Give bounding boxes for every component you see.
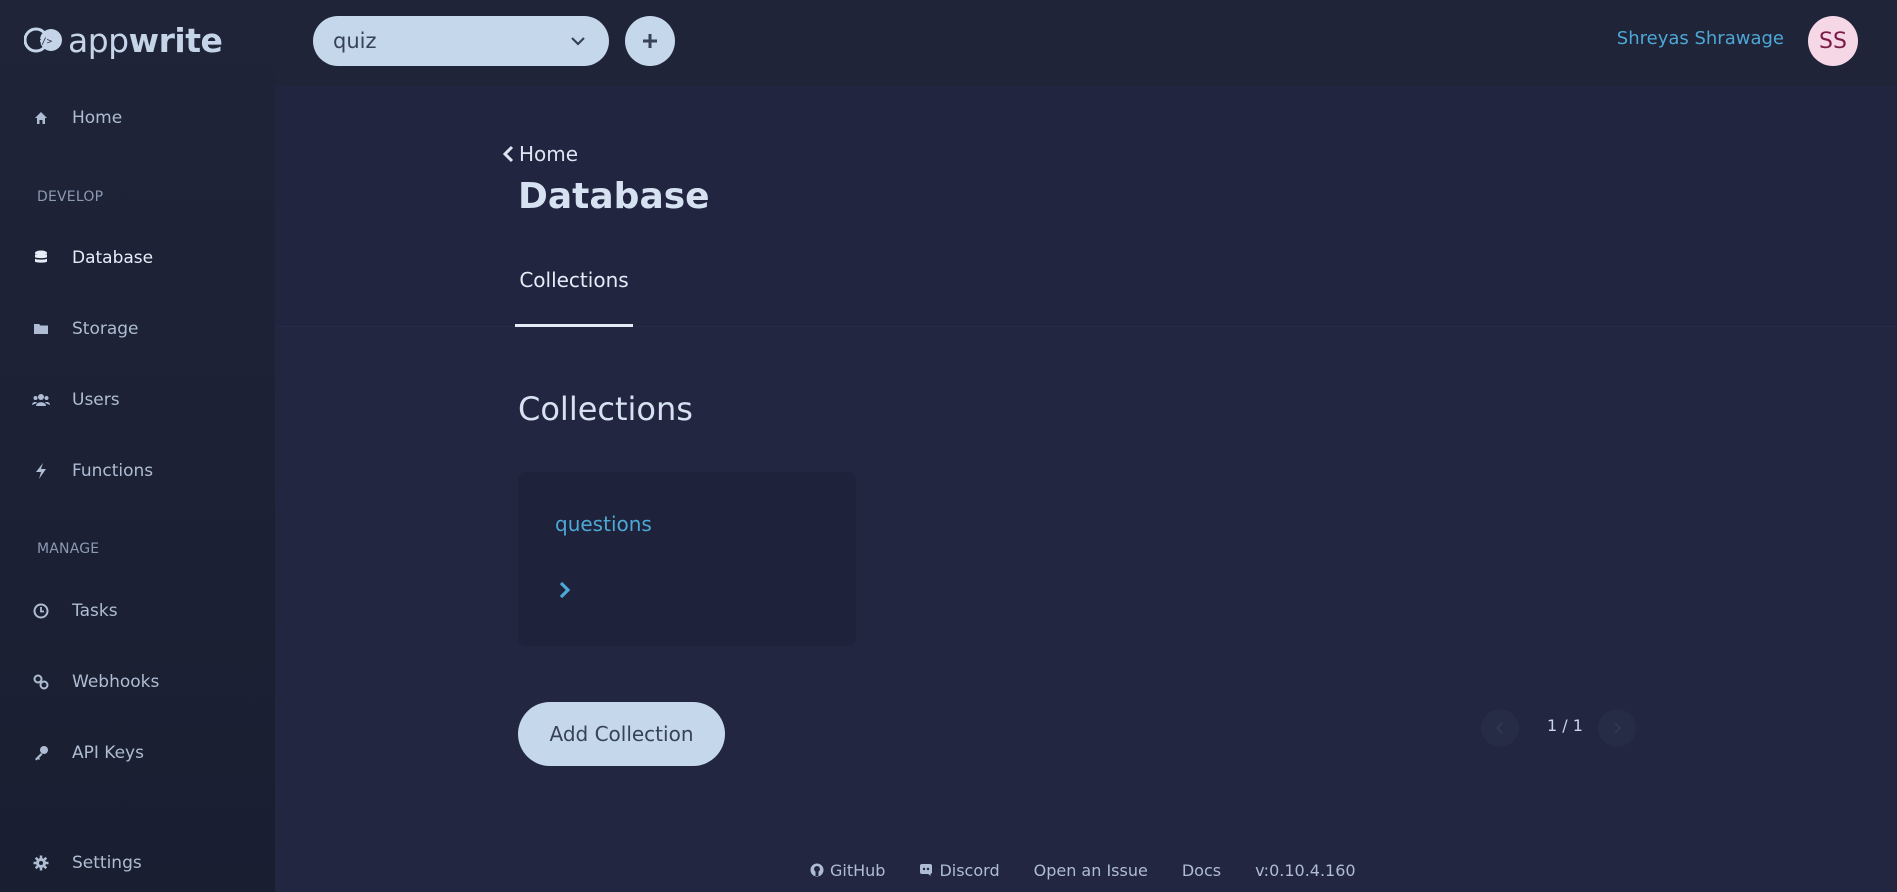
sidebar-item-label: Users <box>72 390 120 410</box>
github-label: GitHub <box>830 860 886 880</box>
link-icon <box>32 673 50 691</box>
footer: GitHub Discord Open an Issue Docs v:0.10… <box>810 858 1356 882</box>
appwrite-logo-icon: </> <box>24 27 62 53</box>
back-link-label: Home <box>519 142 579 166</box>
clock-icon <box>32 602 50 620</box>
pager-prev-button[interactable] <box>1481 709 1519 747</box>
sidebar-item-storage[interactable]: Storage <box>32 313 139 345</box>
chevron-right-icon <box>1614 722 1622 734</box>
sidebar-item-label: Functions <box>72 461 154 481</box>
chevron-down-icon <box>571 37 585 46</box>
home-icon <box>32 109 50 127</box>
sidebar-item-label: Storage <box>72 319 139 339</box>
version-label: v:0.10.4.160 <box>1255 860 1356 880</box>
folder-icon <box>32 320 50 338</box>
plus-icon <box>643 34 657 48</box>
github-link[interactable]: GitHub <box>810 861 885 880</box>
logo-text: appwrite <box>68 20 223 60</box>
chevron-right-icon <box>559 581 571 599</box>
discord-link[interactable]: Discord <box>919 860 1000 880</box>
chevron-left-icon <box>1495 722 1503 734</box>
add-collection-button[interactable]: Add Collection <box>518 702 725 766</box>
collection-card[interactable]: questions <box>518 472 856 646</box>
topbar: quiz Shreyas Shrawage SS <box>275 0 1897 86</box>
gear-icon <box>32 854 50 872</box>
sidebar-item-functions[interactable]: Functions <box>32 455 153 487</box>
sidebar-section-develop: DEVELOP <box>37 189 104 205</box>
discord-icon <box>920 864 933 876</box>
open-issue-link[interactable]: Open an Issue <box>1034 861 1148 880</box>
sidebar-item-tasks[interactable]: Tasks <box>32 595 118 627</box>
chevron-left-icon <box>502 145 514 163</box>
pager-next-button[interactable] <box>1598 709 1636 747</box>
section-title: Collections <box>518 390 693 428</box>
back-link[interactable]: Home <box>501 140 578 168</box>
tab-collections[interactable]: Collections <box>515 268 633 327</box>
project-select[interactable]: quiz <box>313 16 609 66</box>
sidebar-item-home[interactable]: Home <box>32 102 122 134</box>
sidebar-section-manage: MANAGE <box>37 541 100 557</box>
sidebar-item-label: Tasks <box>72 601 118 621</box>
sidebar-item-label: Home <box>72 108 123 128</box>
sidebar-item-users[interactable]: Users <box>32 384 120 416</box>
sidebar-item-api-keys[interactable]: API Keys <box>32 737 144 769</box>
page-title: Database <box>518 176 710 217</box>
user-name-link[interactable]: Shreyas Shrawage <box>1617 28 1784 49</box>
sidebar-item-label: API Keys <box>72 743 144 763</box>
docs-link[interactable]: Docs <box>1182 861 1221 880</box>
sidebar-item-label: Settings <box>72 853 142 873</box>
discord-label: Discord <box>939 860 1000 880</box>
add-project-button[interactable] <box>625 16 675 66</box>
appwrite-logo[interactable]: </> appwrite <box>24 20 223 60</box>
pager-text: 1 / 1 <box>1547 716 1583 735</box>
sidebar-item-label: Webhooks <box>72 672 160 692</box>
key-icon <box>32 744 50 762</box>
sidebar-item-database[interactable]: Database <box>32 242 153 274</box>
avatar[interactable]: SS <box>1808 16 1858 66</box>
collection-name: questions <box>555 512 652 536</box>
bolt-icon <box>32 462 50 480</box>
sidebar-item-webhooks[interactable]: Webhooks <box>32 666 159 698</box>
svg-text:</>: </> <box>36 37 53 47</box>
project-select-value: quiz <box>333 29 377 53</box>
github-icon <box>810 863 824 877</box>
database-icon <box>32 249 50 267</box>
sidebar-item-label: Database <box>72 248 154 268</box>
page-header: Home Database Collections <box>275 86 1897 327</box>
sidebar-item-settings[interactable]: Settings <box>32 847 142 879</box>
users-icon <box>32 391 50 409</box>
sidebar: </> appwrite Home DEVELOP Database Stora… <box>0 0 275 892</box>
